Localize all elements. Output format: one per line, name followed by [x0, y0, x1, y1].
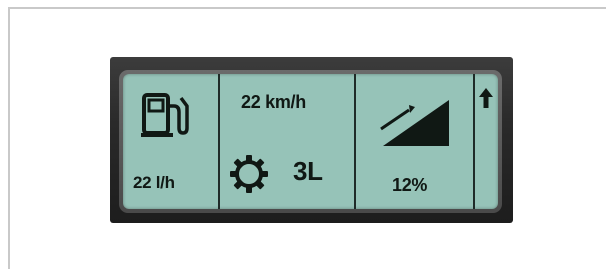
speed-value: 22 km/h: [241, 92, 306, 112]
fuel-consumption-value: 22 l/h: [133, 173, 175, 192]
divider-2: [354, 74, 356, 209]
incline-value: 12%: [392, 175, 428, 195]
dashboard-display: 22 l/h 22 km/h 3L 12%: [110, 57, 513, 223]
divider-3: [473, 74, 475, 209]
display-screen: 22 l/h 22 km/h 3L 12%: [123, 74, 498, 209]
gear-value: 3L: [293, 156, 323, 186]
arrow-up-icon: [479, 88, 493, 108]
gear-icon: [230, 155, 268, 193]
incline-slope-icon: [380, 100, 449, 146]
display-bezel: 22 l/h 22 km/h 3L 12%: [119, 70, 502, 213]
divider-1: [218, 74, 220, 209]
fuel-pump-icon: [141, 93, 189, 137]
